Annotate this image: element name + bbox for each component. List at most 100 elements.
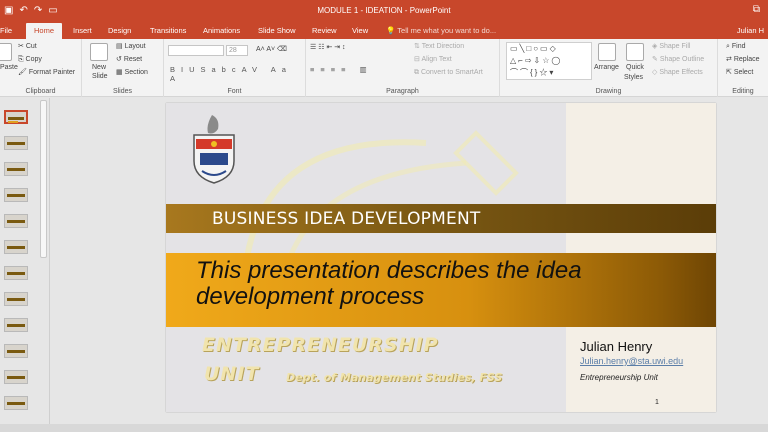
window-title: MODULE 1 - IDEATION - PowerPoint: [317, 6, 451, 15]
format-painter-label: Format Painter: [28, 69, 76, 76]
quick-styles-icon: [626, 43, 644, 61]
quick-styles-button[interactable]: Quick: [626, 63, 644, 73]
cut-button[interactable]: ✂ Cut: [18, 42, 37, 52]
thumb-stripe: [7, 194, 25, 197]
slide-subtitle[interactable]: This presentation describes the idea dev…: [196, 258, 696, 310]
find-label: Find: [731, 43, 746, 50]
slide-1[interactable]: BUSINESS IDEA DEVELOPMENT This presentat…: [166, 103, 716, 412]
brush-icon: 🖌: [18, 69, 29, 76]
smartart-icon: ⧉: [414, 69, 421, 76]
paste-icon[interactable]: [0, 43, 12, 61]
font-name-input[interactable]: [168, 45, 224, 56]
slide-thumbnail-1[interactable]: [4, 110, 28, 124]
find-button[interactable]: ⌕ Find: [726, 42, 746, 52]
shapes-gallery[interactable]: ▭╲□○▭◇ △⌐⇨⇩☆◯ ⌒⌒{}☆▾: [506, 42, 592, 80]
format-painter-button[interactable]: 🖌 Format Painter: [18, 68, 75, 78]
reset-button[interactable]: ↺ Reset: [116, 55, 142, 65]
thumbnail-scrollbar[interactable]: [40, 100, 47, 258]
layout-label: Layout: [124, 43, 146, 50]
thumb-stripe: [7, 272, 25, 275]
ribbon-display-options-icon[interactable]: ⧉: [753, 4, 760, 15]
scissors-icon: ✂: [18, 43, 26, 50]
layout-icon: ▤: [116, 43, 125, 50]
font-size-input[interactable]: 28: [226, 45, 248, 56]
subtitle-band: This presentation describes the idea dev…: [166, 253, 716, 327]
font-format-buttons[interactable]: BIUSabcAV Aa A: [170, 65, 305, 83]
align-text-label: Align Text: [421, 56, 452, 63]
author-name[interactable]: Julian Henry: [580, 339, 652, 354]
section-button[interactable]: ▦ Section: [116, 68, 148, 78]
slide-thumbnail-3[interactable]: [4, 162, 28, 176]
slide-thumbnail-7[interactable]: [4, 266, 28, 280]
quick-styles-button-2[interactable]: Styles: [624, 73, 643, 83]
copy-button[interactable]: ⎘ Copy: [18, 55, 42, 65]
slide-thumbnail-8[interactable]: [4, 292, 28, 306]
tab-review[interactable]: Review: [312, 23, 337, 39]
paste-button[interactable]: Paste: [0, 63, 18, 73]
reset-icon: ↺: [116, 56, 124, 63]
new-slide-label-2[interactable]: Slide: [92, 72, 108, 82]
slide-thumbnail-2[interactable]: [4, 136, 28, 150]
slides-group: New Slide ▤ Layout ↺ Reset ▦ Section Sli…: [82, 39, 164, 97]
wordart-unit[interactable]: UNIT: [204, 363, 259, 385]
slide-title[interactable]: BUSINESS IDEA DEVELOPMENT: [212, 209, 480, 229]
pen-icon: ✎: [652, 56, 660, 63]
replace-button[interactable]: ⇄ Replace: [726, 55, 760, 65]
smartart-label: Convert to SmartArt: [420, 69, 483, 76]
text-direction-label: Text Direction: [421, 43, 465, 50]
copy-icon: ⎘: [18, 56, 26, 63]
title-bar: ▣ ↶ ↷ ▭ MODULE 1 - IDEATION - PowerPoint…: [0, 0, 768, 23]
select-label: Select: [733, 69, 754, 76]
thumb-stripe: [7, 246, 25, 249]
tab-home[interactable]: Home: [26, 23, 63, 39]
tab-insert[interactable]: Insert: [73, 23, 92, 39]
cursor-icon: ⇱: [726, 69, 734, 76]
slide-number: 1: [655, 399, 659, 406]
section-label: Section: [124, 69, 148, 76]
slide-thumbnail-9[interactable]: [4, 318, 28, 332]
select-button[interactable]: ⇱ Select: [726, 68, 753, 78]
ribbon: Paste ✂ Cut ⎘ Copy 🖌 Format Painter Clip…: [0, 39, 768, 97]
tab-view[interactable]: View: [352, 23, 368, 39]
tab-design[interactable]: Design: [108, 23, 131, 39]
slide-thumbnail-5[interactable]: [4, 214, 28, 228]
paragraph-group: ☰ ☷ ⇤ ⇥ ↕ ≡≡≡≡ ▥ ⇅ Text Direction ⊟ Alig…: [306, 39, 500, 97]
alignment-buttons[interactable]: ≡≡≡≡ ▥: [310, 65, 373, 74]
align-text-button[interactable]: ⊟ Align Text: [414, 55, 452, 65]
thumb-stripe: [7, 142, 25, 145]
arrange-icon: [598, 43, 616, 61]
grow-shrink-font-buttons[interactable]: A˄ A˅ ⌫: [256, 45, 287, 55]
wordart-entrepreneurship[interactable]: ENTREPRENEURSHIP: [202, 334, 439, 356]
rocket-arc-graphic: [243, 130, 519, 269]
list-buttons[interactable]: ☰ ☷ ⇤ ⇥ ↕: [310, 43, 346, 53]
shape-effects-button[interactable]: ◇ Shape Effects: [652, 68, 703, 78]
ribbon-tabs: File Home Insert Design Transitions Anim…: [0, 23, 768, 39]
section-icon: ▦: [116, 69, 125, 76]
editing-group: ⌕ Find ⇄ Replace ⇱ Select Editing: [718, 39, 768, 97]
slide-thumbnail-10[interactable]: [4, 344, 28, 358]
slide-thumbnail-12[interactable]: [4, 396, 28, 410]
shape-fill-button[interactable]: ◈ Shape Fill: [652, 42, 690, 52]
tab-animations[interactable]: Animations: [203, 23, 240, 39]
slide-thumbnail-11[interactable]: [4, 370, 28, 384]
text-direction-button[interactable]: ⇅ Text Direction: [414, 42, 464, 52]
tab-transitions[interactable]: Transitions: [150, 23, 186, 39]
thumb-stripe: [7, 220, 25, 223]
tab-slide-show[interactable]: Slide Show: [258, 23, 296, 39]
lightbulb-icon: 💡: [386, 26, 396, 35]
tab-file[interactable]: File: [0, 23, 12, 39]
slide-thumbnail-6[interactable]: [4, 240, 28, 254]
thumb-stripe: [7, 376, 25, 379]
new-slide-icon[interactable]: [90, 43, 108, 61]
tell-me-search[interactable]: 💡 Tell me what you want to do...: [386, 23, 496, 39]
unit-name[interactable]: Entrepreneurship Unit: [580, 373, 658, 382]
slide-thumbnail-4[interactable]: [4, 188, 28, 202]
arrange-button[interactable]: Arrange: [594, 63, 619, 73]
department-text[interactable]: Dept. of Management Studies, FSS: [286, 371, 502, 384]
convert-smartart-button[interactable]: ⧉ Convert to SmartArt: [414, 68, 483, 78]
thumb-stripe: [8, 121, 18, 123]
user-account[interactable]: Julian H: [737, 23, 764, 39]
author-email-link[interactable]: Julian.henry@sta.uwi.edu: [580, 356, 683, 366]
shape-outline-button[interactable]: ✎ Shape Outline: [652, 55, 704, 65]
layout-button[interactable]: ▤ Layout: [116, 42, 146, 52]
